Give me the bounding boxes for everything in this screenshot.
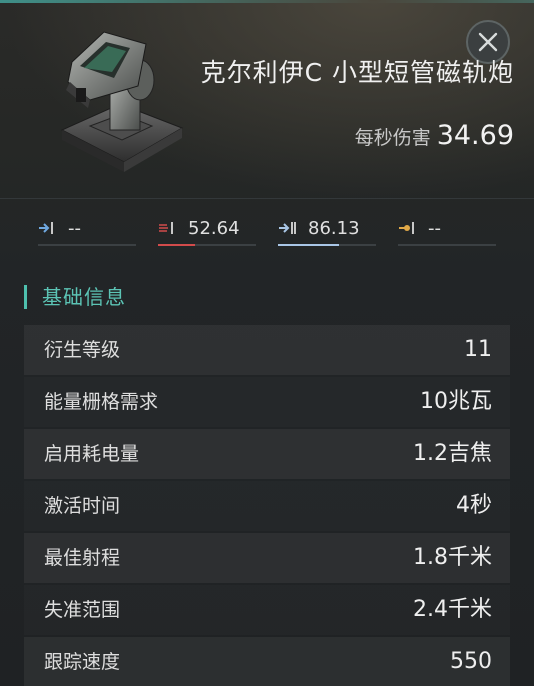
item-title: 克尔利伊C 小型短管磁轨炮	[200, 58, 514, 87]
attribute-list: 衍生等级 11 能量栅格需求 10兆瓦 启用耗电量 1.2吉焦 激活时间 4秒 …	[24, 325, 510, 686]
dps-readout: 每秒伤害 34.69	[355, 120, 514, 151]
attribute-label: 最佳射程	[44, 547, 121, 569]
damage-value: 52.64	[188, 218, 240, 239]
dps-value: 34.69	[436, 120, 514, 151]
damage-thermal: 52.64	[158, 216, 256, 246]
damage-explosive: --	[398, 216, 496, 246]
kinetic-damage-icon	[279, 222, 296, 234]
em-damage-icon	[39, 222, 53, 234]
attribute-label: 激活时间	[44, 495, 121, 517]
attribute-row: 跟踪速度 550	[24, 637, 510, 686]
section-accent-bar	[24, 285, 27, 309]
attribute-value: 4秒	[456, 493, 492, 518]
attribute-value: 550	[450, 649, 492, 674]
attribute-row: 启用耗电量 1.2吉焦	[24, 429, 510, 479]
explosive-damage-icon	[399, 222, 414, 234]
damage-bar-fill	[278, 244, 339, 246]
attribute-label: 失准范围	[44, 599, 121, 621]
attribute-row: 失准范围 2.4千米	[24, 585, 510, 635]
header-divider	[0, 198, 534, 199]
section-title: 基础信息	[42, 285, 126, 309]
attribute-row: 衍生等级 11	[24, 325, 510, 375]
damage-value: --	[68, 218, 81, 239]
close-icon	[478, 32, 498, 52]
turret-image	[60, 31, 184, 172]
attribute-value: 10兆瓦	[420, 389, 492, 414]
attribute-value: 2.4千米	[413, 597, 492, 622]
attribute-label: 能量栅格需求	[44, 391, 159, 413]
damage-em: --	[38, 216, 136, 246]
item-info-panel: 克尔利伊C 小型短管磁轨炮 每秒伤害 34.69 -- 52.64 86.13 …	[0, 0, 534, 686]
attribute-value: 1.2吉焦	[413, 441, 492, 466]
attribute-label: 启用耗电量	[44, 443, 140, 465]
attribute-label: 衍生等级	[44, 339, 121, 361]
attribute-value: 1.8千米	[413, 545, 492, 570]
damage-profile: -- 52.64 86.13 --	[38, 216, 498, 246]
damage-value: 86.13	[308, 218, 360, 239]
damage-kinetic: 86.13	[278, 216, 376, 246]
attribute-row: 最佳射程 1.8千米	[24, 533, 510, 583]
dps-label: 每秒伤害	[354, 127, 431, 149]
attribute-row: 能量栅格需求 10兆瓦	[24, 377, 510, 427]
damage-bar-track	[398, 244, 496, 246]
attribute-row: 激活时间 4秒	[24, 481, 510, 531]
thermal-damage-icon	[159, 222, 173, 234]
damage-value: --	[428, 218, 441, 239]
attribute-label: 跟踪速度	[44, 651, 121, 673]
attribute-value: 11	[464, 337, 492, 362]
damage-bar-track	[38, 244, 136, 246]
damage-bar-fill	[158, 244, 195, 246]
